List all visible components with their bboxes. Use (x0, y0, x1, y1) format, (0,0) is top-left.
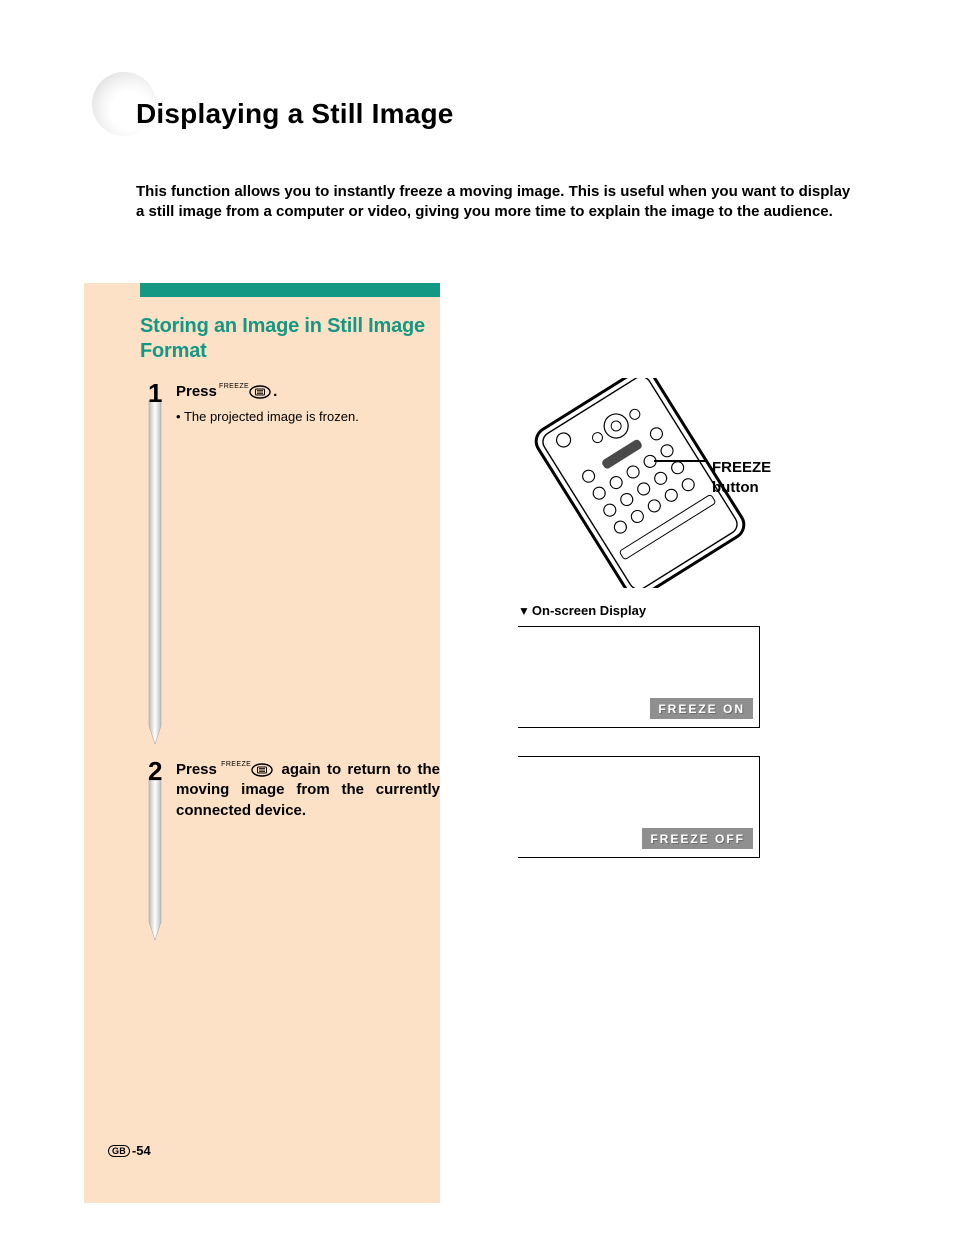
freeze-button-icon (251, 763, 273, 777)
callout-line-1: FREEZE (712, 459, 771, 476)
step-1-bullet: • The projected image is frozen. (176, 408, 440, 426)
page-title: Displaying a Still Image (136, 98, 454, 130)
freeze-off-tag: FREEZE OFF (642, 828, 753, 849)
step-1: 1 Press FREEZE. • The projected image is… (140, 376, 440, 426)
step-1-pre: Press (176, 383, 217, 400)
freeze-label-2: FREEZE (221, 760, 251, 769)
osd-heading-text: On-screen Display (532, 603, 646, 618)
step-number-2: 2 (148, 756, 162, 787)
callout-line (654, 460, 707, 462)
page-number: GB-54 (108, 1143, 151, 1158)
section-heading: Storing an Image in Still Image Format (140, 314, 440, 364)
freeze-label-1: FREEZE (219, 382, 249, 391)
section-bar (140, 283, 440, 297)
triangle-down-icon: ▼ (518, 604, 530, 618)
osd-heading: ▼On-screen Display (518, 603, 646, 618)
osd-box-freeze-on: FREEZE ON (518, 626, 760, 728)
page-number-text: -54 (132, 1143, 151, 1158)
step-1-instruction: Press FREEZE. (176, 382, 440, 402)
region-badge: GB (108, 1145, 130, 1157)
step-2-pre: Press (176, 761, 217, 778)
freeze-on-tag: FREEZE ON (650, 698, 753, 719)
freeze-button-icon (249, 385, 271, 399)
osd-box-freeze-off: FREEZE OFF (518, 756, 760, 858)
callout-line-2: button (712, 479, 759, 496)
step-2-instruction: Press FREEZE again to return to the movi… (176, 760, 440, 821)
step-1-post: . (273, 383, 277, 400)
intro-paragraph: This function allows you to instantly fr… (136, 182, 856, 223)
step-number-1: 1 (148, 378, 162, 409)
step-1-bullet-text: The projected image is frozen. (184, 409, 359, 424)
step-2: 2 Press FREEZE again to return to the mo… (140, 754, 440, 821)
step-arrow-1 (146, 400, 164, 744)
freeze-button-callout: FREEZE button (712, 458, 771, 497)
